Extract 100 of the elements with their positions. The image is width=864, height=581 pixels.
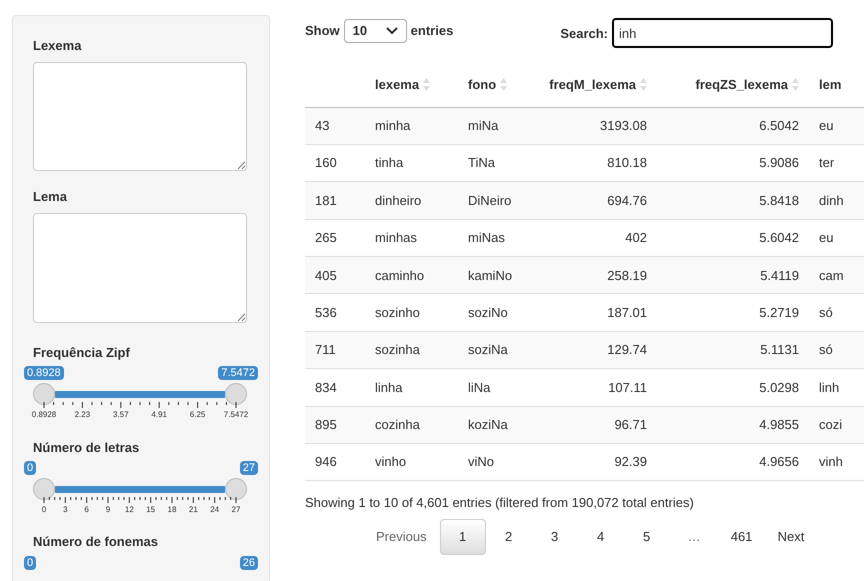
tick-label: 7.5472 (224, 409, 248, 422)
table-cell: 265 (315, 230, 337, 246)
table-cell: eu (819, 230, 834, 246)
column-header[interactable]: fono (468, 75, 496, 94)
table-cell: 3193.08 (600, 118, 647, 133)
sort-icon[interactable] (640, 78, 647, 92)
table-cell: miNa (468, 118, 498, 133)
table-cell: dinheiro (375, 192, 422, 208)
tick-label: 21 (188, 504, 198, 516)
tick-label: 0.8928 (32, 409, 56, 422)
tick-label: 3 (63, 504, 68, 516)
page-size-select[interactable]: 10 (344, 19, 407, 43)
table-row[interactable]: 536 sozinho soziNo 187.01 5.2719 só (305, 294, 864, 332)
column-header[interactable]: freqM_lexema (549, 75, 636, 94)
table-cell: 810.18 (607, 155, 647, 170)
table-cell: 5.8418 (759, 192, 799, 208)
slider-range[interactable] (55, 391, 225, 398)
table-cell: 92.39 (614, 454, 647, 470)
table-cell: 5.1131 (760, 342, 799, 358)
sort-icon[interactable] (792, 78, 799, 92)
table-cell: 43 (315, 118, 330, 133)
table-row[interactable]: 834 linha liNa 107.11 5.0298 linh (305, 368, 864, 406)
entries-label: entries (410, 22, 454, 40)
table-row[interactable]: 946 vinho viNo 92.39 4.9656 vinh (305, 444, 864, 481)
table-row[interactable]: 711 sozinha soziNa 129.74 5.1131 só (305, 331, 864, 369)
text-area[interactable] (33, 62, 247, 172)
max-value-badge: 7.5472 (218, 366, 258, 380)
search-field[interactable]: inh (612, 18, 834, 48)
table-cell: soziNo (468, 304, 508, 320)
page-button[interactable]: 5 (624, 518, 670, 555)
table-row[interactable]: 181 dinheiro DiNeiro 694.76 5.8418 dinh (305, 182, 864, 220)
table-cell: 4.9656 (759, 454, 799, 470)
table-cell: só (819, 342, 833, 358)
sort-icon[interactable] (500, 78, 508, 92)
chevron-down-icon (386, 27, 398, 35)
ellipsis: … (686, 528, 702, 546)
table-cell: minhas (375, 230, 417, 246)
tick-label: 9 (106, 504, 110, 516)
previous-button[interactable]: Previous (363, 518, 440, 555)
table-cell: 5.9086 (759, 155, 799, 170)
tick-label: 15 (146, 504, 156, 516)
table-cell: eu (819, 118, 834, 133)
page-button[interactable]: 461 (718, 518, 765, 555)
table-cell: sozinho (375, 304, 420, 320)
table-cell: 711 (315, 342, 336, 358)
table-cell: 5.0298 (759, 380, 799, 395)
table-cell: kamiNo (468, 268, 512, 282)
next-button[interactable]: Next (764, 518, 818, 555)
table-cell: DiNeiro (468, 192, 512, 208)
table-cell: 536 (315, 304, 337, 320)
table-cell: sozinha (375, 342, 420, 358)
table-cell: 4.9855 (759, 417, 799, 432)
table-cell: 181 (315, 192, 337, 208)
table-cell: vinho (375, 454, 406, 470)
column-header[interactable]: lem (819, 75, 842, 94)
table-cell: 129.74 (607, 342, 647, 358)
text-area[interactable] (33, 212, 247, 323)
table-row[interactable]: 265 minhas miNas 402 5.6042 eu (305, 219, 864, 257)
tick-label: 2.23 (74, 409, 90, 422)
tick-label: 6.25 (190, 409, 206, 422)
table-cell: 946 (315, 454, 337, 470)
table-cell: ter (819, 155, 834, 170)
table-cell: 96.71 (614, 417, 647, 432)
min-value-badge: 0 (24, 556, 36, 570)
column-header[interactable]: freqZS_lexema (696, 75, 788, 94)
table-cell: viNo (468, 454, 494, 470)
table-cell: 6.5042 (759, 118, 799, 133)
slider-handle[interactable] (225, 478, 247, 500)
table-cell: 694.76 (607, 192, 647, 208)
tick-label: 12 (124, 504, 134, 516)
page-button[interactable]: 1 (440, 518, 486, 555)
slider-label: Número de letras (33, 438, 140, 457)
table-row[interactable]: 895 cozinha koziNa 96.71 4.9855 cozi (305, 406, 864, 444)
tick-label: 27 (232, 504, 240, 516)
table-cell: soziNa (468, 342, 508, 358)
field-label: Lexema (33, 37, 82, 55)
table-cell: miNas (468, 230, 505, 246)
slider-range[interactable] (55, 486, 225, 494)
tick-label: 0 (42, 504, 46, 516)
slider-handle[interactable] (33, 383, 55, 406)
slider-handle[interactable] (225, 383, 247, 406)
table-cell: linh (819, 380, 840, 395)
max-value-badge: 27 (240, 461, 258, 476)
page-button[interactable]: 3 (532, 518, 578, 555)
tick-label: 3.57 (113, 409, 129, 422)
table-row[interactable]: 160 tinha TiNa 810.18 5.9086 ter (305, 144, 864, 182)
column-header[interactable]: lexema (375, 75, 420, 94)
slider-handle[interactable] (33, 478, 55, 500)
table-row[interactable]: 405 caminho kamiNo 258.19 5.4119 cam (305, 256, 864, 294)
field-label: Lema (33, 188, 68, 206)
tick-label: 6 (84, 504, 89, 516)
table-cell: caminho (375, 268, 424, 282)
page-button[interactable]: 4 (578, 518, 624, 555)
search-label: Search: (560, 25, 608, 44)
page-button[interactable]: 2 (486, 518, 532, 555)
table-cell: 405 (315, 268, 337, 282)
table-cell: vinh (819, 454, 843, 470)
sort-icon[interactable] (423, 78, 430, 92)
table-cell: 895 (315, 417, 337, 432)
table-row[interactable]: 43 minha miNa 3193.08 6.5042 eu (305, 107, 864, 144)
